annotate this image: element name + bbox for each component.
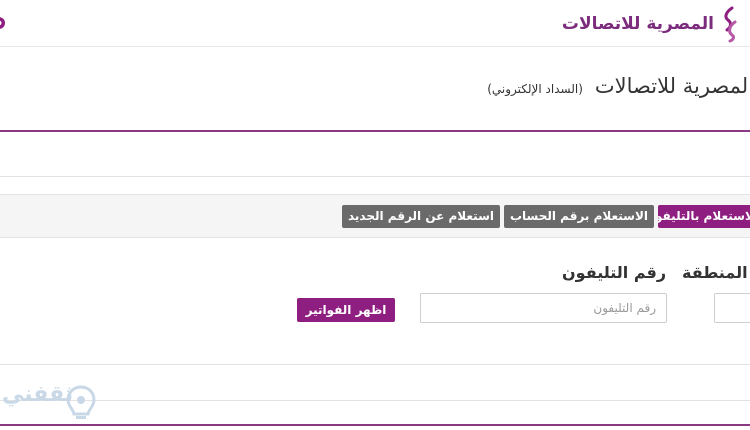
bottom-divider: [0, 424, 750, 426]
lightbulb-icon: [66, 385, 96, 419]
brand-name: المصرية للاتصالات: [561, 14, 714, 34]
page-heading: المصرية للاتصالات (السداد الإلكتروني): [487, 74, 750, 98]
tab-phone-inquiry[interactable]: الاستعلام بالتليفون: [658, 205, 750, 228]
telecom-egypt-logo-icon: [724, 6, 737, 43]
show-bills-button[interactable]: اظهر الفواتير: [297, 298, 395, 322]
phone-number-input[interactable]: [420, 293, 667, 323]
page-title: المصرية للاتصالات: [594, 74, 750, 98]
form-divider: [0, 364, 750, 365]
heading-divider: [0, 130, 750, 132]
tab-account-inquiry[interactable]: الاستعلام برقم الحساب: [504, 205, 654, 228]
phone-label: رقم التليفون: [562, 263, 667, 282]
partial-logo-icon: [0, 17, 5, 29]
inquiry-tab-bar: الاستعلام بالتليفون الاستعلام برقم الحسا…: [0, 194, 750, 238]
brand-logo[interactable]: المصرية للاتصالات: [562, 4, 740, 44]
area-code-input[interactable]: [714, 293, 750, 323]
page-subtitle: (السداد الإلكتروني): [487, 82, 583, 96]
watermark: ثقفني: [0, 382, 110, 426]
top-bar: المصرية للاتصالات: [0, 0, 750, 47]
area-code-label: كود المنطقة: [682, 263, 750, 282]
tab-new-number-inquiry[interactable]: استعلام عن الرقم الجديد: [342, 205, 500, 228]
section-divider: [0, 176, 750, 177]
footer-divider: [0, 400, 750, 401]
watermark-text: ثقفني: [2, 382, 74, 407]
